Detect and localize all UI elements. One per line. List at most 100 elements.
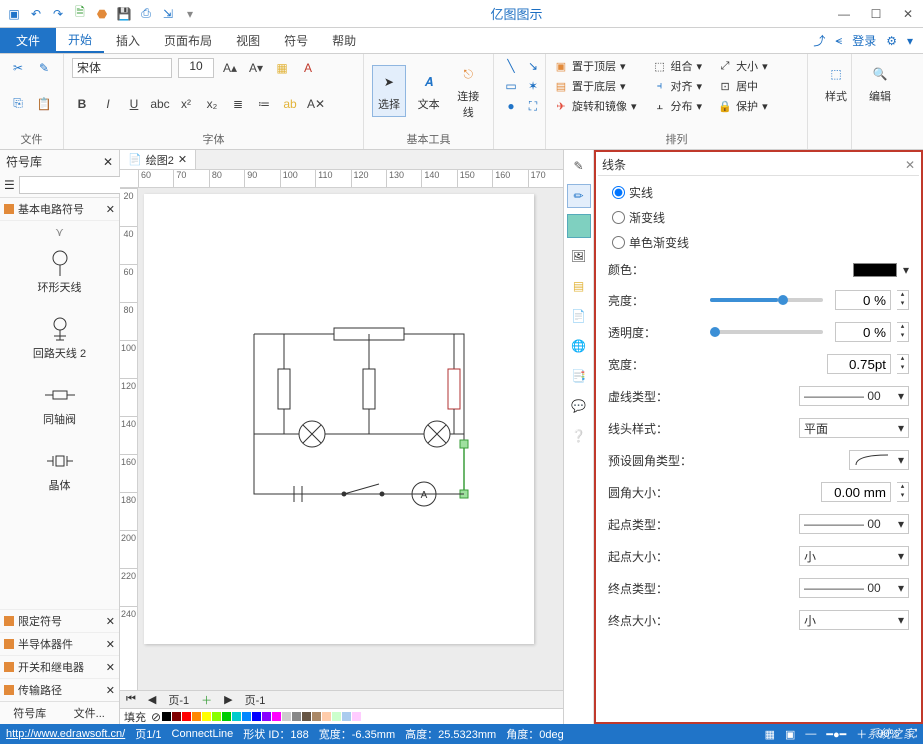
file-menu[interactable]: 文件: [0, 28, 56, 53]
cap-style-select[interactable]: 平面▾: [799, 418, 909, 438]
shape-ellipse-icon[interactable]: ●: [502, 98, 520, 114]
rp-tab-fill-icon[interactable]: ✎: [567, 154, 591, 178]
minimize-button[interactable]: —: [829, 4, 859, 24]
symlib-cat-switch-relay[interactable]: 开关和继电器✕: [0, 655, 119, 678]
page-add-icon[interactable]: ＋: [201, 692, 212, 708]
bullets-icon[interactable]: ≔: [254, 94, 274, 114]
symlib-close-icon[interactable]: ✕: [103, 155, 113, 169]
login-link[interactable]: 登录: [852, 32, 876, 49]
symlib-menu-icon[interactable]: ☰: [4, 178, 15, 192]
start-type-select[interactable]: ————— 00▾: [799, 514, 909, 534]
cut-icon[interactable]: ✂: [8, 58, 28, 78]
shape-star-icon[interactable]: ✶: [524, 78, 542, 94]
corner-size-input[interactable]: [821, 482, 891, 502]
circuit-drawing[interactable]: A: [144, 194, 534, 644]
rp-tab-shadow-icon[interactable]: [567, 214, 591, 238]
font-name-select[interactable]: 宋体: [72, 58, 172, 78]
font-size-select[interactable]: 10: [178, 58, 214, 78]
color-dropdown-icon[interactable]: ▾: [903, 263, 909, 277]
align-btn[interactable]: ⫞对齐▾: [653, 78, 703, 94]
swatch[interactable]: [162, 712, 171, 721]
opacity-input[interactable]: [835, 322, 891, 342]
symlib-cat-transmission[interactable]: 传输路径✕: [0, 678, 119, 701]
tab-help[interactable]: 帮助: [320, 28, 368, 53]
paste-icon[interactable]: 📋: [34, 94, 54, 114]
rp-tab-comment-icon[interactable]: 💬: [567, 394, 591, 418]
line-width-input[interactable]: [827, 354, 891, 374]
brightness-input[interactable]: [835, 290, 891, 310]
font-color-icon[interactable]: A: [298, 58, 318, 78]
symlib-category[interactable]: 基本电路符号 ✕: [0, 198, 119, 221]
collapse-ribbon-icon[interactable]: ▾: [907, 34, 913, 48]
export-icon[interactable]: ⇲: [160, 6, 176, 22]
canvas-page[interactable]: A: [138, 188, 563, 690]
symlib-cat-semiconductor[interactable]: 半导体器件✕: [0, 632, 119, 655]
symlib-tab-lib[interactable]: 符号库: [0, 702, 60, 724]
group-btn[interactable]: ⬚组合▾: [653, 58, 703, 74]
page-first-icon[interactable]: ⏮: [126, 693, 136, 706]
text-highlight-icon[interactable]: ab: [280, 94, 300, 114]
shrink-font-icon[interactable]: A▾: [246, 58, 266, 78]
italic-icon[interactable]: I: [98, 94, 118, 114]
open-icon[interactable]: ⬣: [94, 6, 110, 22]
close-button[interactable]: ✕: [893, 4, 923, 24]
new-icon[interactable]: 🗎: [72, 6, 88, 22]
view-icon-2[interactable]: ▣: [785, 728, 795, 741]
protect-btn[interactable]: 🔒保护▾: [718, 98, 768, 114]
document-tab[interactable]: 📄 绘图2 ✕: [120, 150, 196, 169]
sym-item-coax-valve[interactable]: 同轴阀: [0, 375, 119, 441]
tab-view[interactable]: 视图: [224, 28, 272, 53]
shape-crop-icon[interactable]: ⛶: [524, 98, 542, 114]
size-btn[interactable]: ⤢大小▾: [718, 58, 768, 74]
start-size-select[interactable]: 小▾: [799, 546, 909, 566]
page-next-icon[interactable]: ▶: [224, 693, 232, 706]
print-icon[interactable]: ⎙: [138, 6, 154, 22]
tab-symbol[interactable]: 符号: [272, 28, 320, 53]
shape-arrow-icon[interactable]: ↘: [524, 58, 542, 74]
panel-close-icon[interactable]: ✕: [905, 158, 915, 172]
brush-icon[interactable]: ✎: [34, 58, 54, 78]
tab-insert[interactable]: 插入: [104, 28, 152, 53]
clear-format-icon[interactable]: A✕: [306, 94, 326, 114]
save-icon[interactable]: 💾: [116, 6, 132, 22]
tool-text[interactable]: 𝑨文本: [412, 66, 446, 116]
styles-btn[interactable]: ⬚样式: [816, 58, 856, 108]
end-type-select[interactable]: ————— 00▾: [799, 578, 909, 598]
symlib-tab-file[interactable]: 文件...: [60, 702, 120, 724]
rp-tab-layer-icon[interactable]: ▤: [567, 274, 591, 298]
rp-tab-picture-icon[interactable]: 🖼: [567, 244, 591, 268]
opacity-slider[interactable]: [710, 330, 823, 334]
cat-close-icon[interactable]: ✕: [106, 203, 115, 216]
symlib-cat-qualifier[interactable]: 限定符号✕: [0, 609, 119, 632]
highlight-icon[interactable]: ▦: [272, 58, 292, 78]
zoom-out-icon[interactable]: —: [805, 728, 816, 740]
undo-icon[interactable]: ↶: [28, 6, 44, 22]
shape-line-icon[interactable]: ╲: [502, 58, 520, 74]
share-export-icon[interactable]: ⤴: [813, 32, 825, 49]
sym-item-crystal[interactable]: 晶体: [0, 441, 119, 507]
dash-type-select[interactable]: ————— 00▾: [799, 386, 909, 406]
strike-icon[interactable]: abc: [150, 94, 170, 114]
radio-solid[interactable]: [612, 186, 625, 199]
line-color-swatch[interactable]: [853, 263, 897, 277]
copy-icon[interactable]: ⎘: [8, 94, 28, 114]
rp-tab-earth-icon[interactable]: 🌐: [567, 334, 591, 358]
line-spacing-icon[interactable]: ≣: [228, 94, 248, 114]
center-btn[interactable]: ⊡居中: [718, 78, 768, 94]
doc-tab-close-icon[interactable]: ✕: [178, 153, 187, 166]
rp-tab-page-icon[interactable]: 📄: [567, 304, 591, 328]
underline-icon[interactable]: U: [124, 94, 144, 114]
send-back[interactable]: ▤置于底层▾: [554, 78, 637, 94]
sym-item-loop-antenna[interactable]: 回路天线 2: [0, 309, 119, 375]
grow-font-icon[interactable]: A▴: [220, 58, 240, 78]
edit-find-btn[interactable]: 🔍编辑: [860, 58, 900, 108]
view-icon-1[interactable]: ▦: [765, 728, 775, 741]
status-url[interactable]: http://www.edrawsoft.cn/: [6, 728, 125, 740]
maximize-button[interactable]: ☐: [861, 4, 891, 24]
tool-select[interactable]: ➤选择: [372, 65, 406, 117]
tool-connector[interactable]: ⎋连接线: [451, 58, 485, 124]
radio-mono-gradient[interactable]: [612, 236, 625, 249]
redo-icon[interactable]: ↷: [50, 6, 66, 22]
page-label-1[interactable]: 页-1: [168, 692, 189, 708]
tab-page-layout[interactable]: 页面布局: [152, 28, 224, 53]
